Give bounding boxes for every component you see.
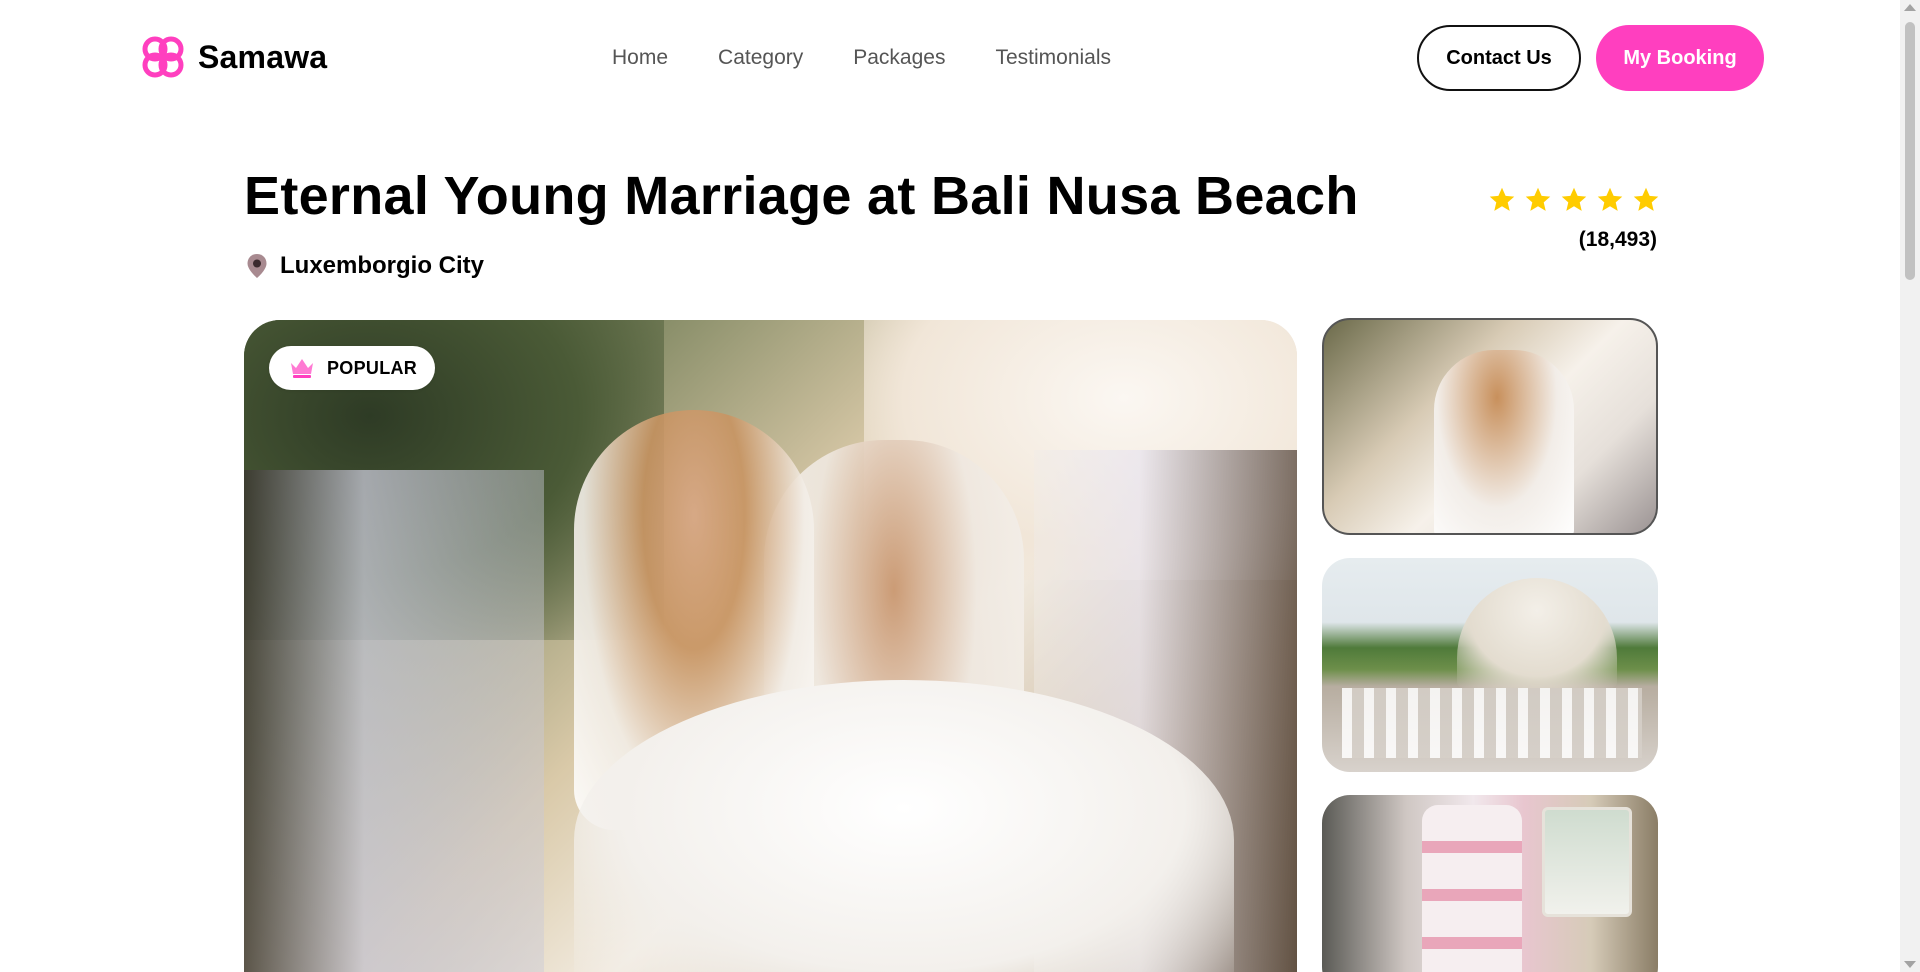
package-location: Luxemborgio City xyxy=(246,252,484,280)
rating-stars xyxy=(1488,186,1660,214)
scroll-down-arrow-icon[interactable] xyxy=(1904,961,1916,968)
review-count: (18,493) xyxy=(1578,228,1657,251)
location-label: Luxemborgio City xyxy=(280,252,485,279)
scrollbar-thumb[interactable] xyxy=(1905,22,1915,280)
location-pin-icon xyxy=(247,254,267,278)
page-scrollbar[interactable] xyxy=(1900,0,1920,972)
site-header: Samawa Home Category Packages Testimonia… xyxy=(0,0,1900,118)
star-icon xyxy=(1561,187,1587,211)
my-booking-button[interactable]: My Booking xyxy=(1596,25,1764,91)
star-icon xyxy=(1489,187,1515,211)
scroll-up-arrow-icon[interactable] xyxy=(1904,4,1916,11)
crown-icon xyxy=(291,359,313,378)
package-title: Eternal Young Marriage at Bali Nusa Beac… xyxy=(244,166,1359,226)
brand-name: Samawa xyxy=(198,38,328,75)
star-icon xyxy=(1525,187,1551,211)
gallery-thumb-couple[interactable] xyxy=(1322,318,1658,535)
main-photo[interactable] xyxy=(244,320,1297,972)
nav-category[interactable]: Category xyxy=(718,46,803,70)
nav-home[interactable]: Home xyxy=(612,46,668,70)
contact-us-button[interactable]: Contact Us xyxy=(1417,25,1581,91)
star-icon xyxy=(1633,187,1659,211)
brand-logo[interactable]: Samawa xyxy=(138,32,327,82)
nav-testimonials[interactable]: Testimonials xyxy=(995,46,1111,70)
logo-icon xyxy=(142,36,184,78)
star-icon xyxy=(1597,187,1623,211)
gallery-thumb-gazebo[interactable] xyxy=(1322,558,1658,772)
popular-badge: POPULAR xyxy=(269,346,436,390)
badge-label: POPULAR xyxy=(327,357,418,378)
nav-packages[interactable]: Packages xyxy=(853,46,945,70)
gallery-thumb-cake[interactable] xyxy=(1322,795,1658,972)
main-nav: Home Category Packages Testimonials xyxy=(612,46,1111,70)
